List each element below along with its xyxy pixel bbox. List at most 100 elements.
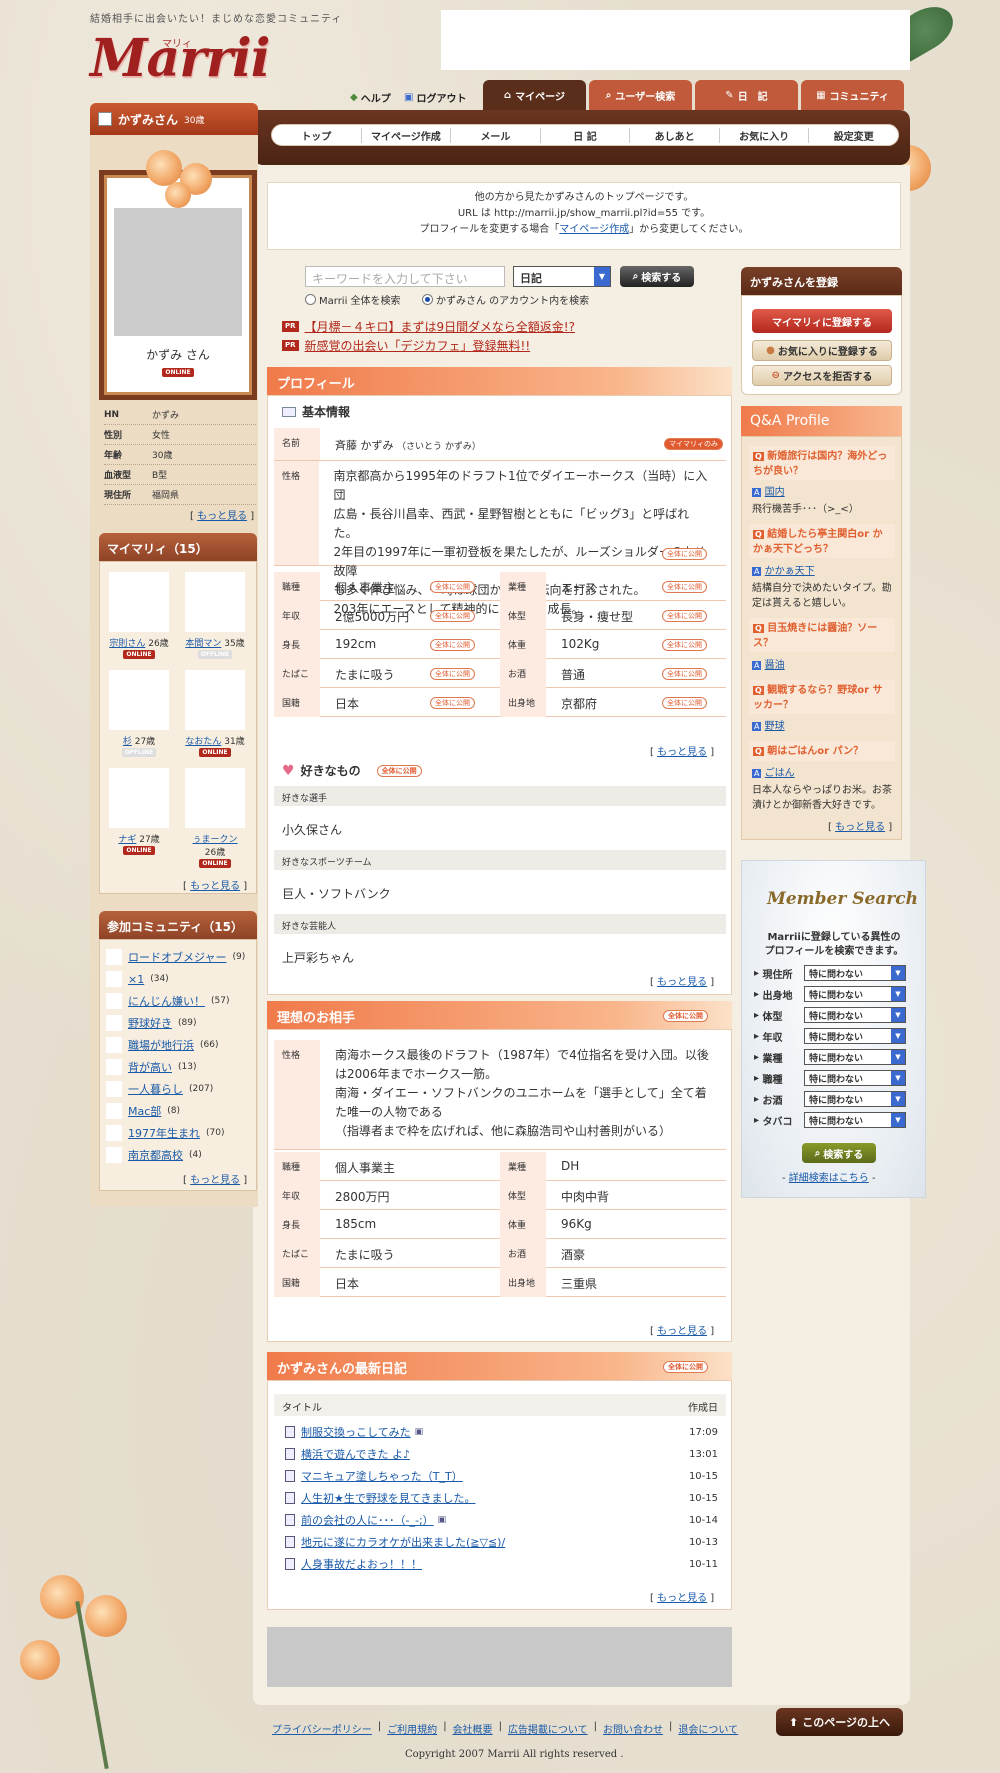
diary-row[interactable]: マニキュア塗しちゃった（T_T） 10-15 — [285, 1466, 718, 1486]
arrow-icon: ▸ — [754, 988, 760, 1000]
friend-avatar — [109, 572, 169, 632]
dropdown-arrow-icon: ▼ — [891, 1092, 905, 1106]
community-item[interactable]: 南京都高校 (4) — [106, 1145, 202, 1165]
online-badge: ONLINE — [123, 650, 155, 659]
ms-select[interactable]: 特に問わない ▼ — [804, 1007, 906, 1023]
community-item[interactable]: ロードオブメジャー (9) — [106, 947, 245, 967]
profile-more-link[interactable]: もっと見る — [657, 747, 707, 758]
keyword-input[interactable]: キーワードを入力して下さい — [305, 266, 505, 287]
block-access-button[interactable]: ⊖ アクセスを拒否する — [752, 365, 892, 386]
community-item[interactable]: 背が高い (13) — [106, 1057, 196, 1077]
footer-link-terms[interactable]: ご利用規約 — [387, 1721, 437, 1736]
ms-select[interactable]: 特に問わない ▼ — [804, 1070, 906, 1086]
footer-link-privacy[interactable]: プライバシーポリシー — [272, 1721, 372, 1736]
community-item[interactable]: 野球好き (89) — [106, 1013, 196, 1033]
profile-row-personality: 性格 南京都高から1995年のドラフト1位でダイエーホークス（当時）に入団 広島… — [274, 461, 726, 616]
friend-item[interactable]: ぅまークン 26歳 ONLINE — [185, 768, 245, 868]
friend-avatar — [109, 768, 169, 828]
ms-row-body: ▸ 体型 特に問わない ▼ — [754, 1007, 906, 1023]
friend-item[interactable]: ナギ 27歳 ONLINE — [109, 768, 169, 855]
detail-search-link[interactable]: 詳細検索はこちら — [789, 1173, 869, 1184]
ms-select[interactable]: 特に問わない ▼ — [804, 1049, 906, 1065]
rose-decoration — [165, 182, 191, 208]
mymarrii-more-link[interactable]: もっと見る — [190, 881, 240, 892]
nav-mypage-create[interactable]: マイページ作成 — [362, 127, 452, 143]
attr-label: 体重 — [500, 1210, 546, 1239]
mypage-create-link[interactable]: マイページ作成 — [559, 224, 629, 235]
diary-row[interactable]: 人身事故だよおっ！！！ 10-11 — [285, 1554, 718, 1574]
pr-ad-2[interactable]: PR 新感覚の出会い「デジカフェ」登録無料!! — [282, 337, 530, 354]
ideal-more-link[interactable]: もっと見る — [657, 1326, 707, 1337]
plus-icon: ● — [766, 345, 775, 356]
qa-question: Q 観戦するなら？野球or サッカー？ — [749, 680, 895, 714]
diary-row[interactable]: 地元に遂にカラオケが出来ました(≧▽≦)/10-13 — [285, 1532, 718, 1552]
tab-community[interactable]: ▦ コミュニティ — [801, 80, 904, 110]
diary-row[interactable]: 前の会社の人に･･･（-_-;） ▣ 10-14 — [285, 1510, 718, 1530]
ms-select[interactable]: 特に問わない ▼ — [804, 1112, 906, 1128]
nav-footprints[interactable]: あしあと — [630, 127, 720, 143]
community-item[interactable]: 職場が地行浜 (66) — [106, 1035, 218, 1055]
radio-search-account[interactable]: かずみさん のアカウント内を検索 — [422, 292, 589, 307]
nav-settings[interactable]: 設定変更 — [809, 128, 898, 143]
info-more-link[interactable]: もっと見る — [197, 511, 247, 522]
ms-select[interactable]: 特に問わない ▼ — [804, 986, 906, 1002]
notice-box: 他の方から見たかずみさんのトップページです。 URL は http://marr… — [267, 182, 901, 250]
info-row-address: 現住所 福岡県 — [104, 485, 256, 505]
attr-label: 身長 — [274, 630, 320, 659]
logout-link[interactable]: ▣ ログアウト — [404, 90, 466, 105]
back-to-top-button[interactable]: ⬆ このページの上へ — [776, 1708, 903, 1736]
nav-mail[interactable]: メール — [451, 127, 541, 143]
footer-link-withdraw[interactable]: 退会について — [678, 1721, 738, 1736]
fav-value: 上戸彩ちゃん — [282, 951, 355, 965]
nav-diary[interactable]: 日 記 — [541, 127, 631, 143]
qa-question: Q 目玉焼きには醤油？ソース？ — [749, 618, 895, 652]
add-mymarrii-button[interactable]: マイマリィに登録する — [752, 309, 892, 333]
nav-top[interactable]: トップ — [272, 127, 362, 143]
friend-item[interactable]: 杉 27歳 OFFLINE — [109, 670, 169, 757]
community-item[interactable]: Mac部 (8) — [106, 1101, 180, 1121]
member-search-button[interactable]: ⌕ 検索する — [802, 1143, 876, 1163]
attribute-row: たばこ たまに吸う お酒 酒豪 — [274, 1239, 726, 1268]
bottom-banner-ad[interactable] — [267, 1627, 732, 1687]
diary-row[interactable]: 人生初★生で野球を見てきました。 10-15 — [285, 1488, 718, 1508]
fav-label: 好きなスポーツチーム — [274, 850, 726, 870]
photo-icon: ▣ — [414, 1427, 424, 1437]
footer-link-contact[interactable]: お問い合わせ — [603, 1721, 663, 1736]
community-item[interactable]: ×1 (34) — [106, 969, 169, 989]
footer-link-company[interactable]: 会社概要 — [453, 1721, 493, 1736]
add-favorite-button[interactable]: ● お気に入りに登録する — [752, 340, 892, 361]
community-item[interactable]: 一人暮らし (207) — [106, 1079, 213, 1099]
a-icon: A — [752, 722, 762, 731]
arrow-up-icon: ⬆ — [789, 1715, 799, 1729]
footer-link-ads[interactable]: 広告掲載について — [508, 1721, 588, 1736]
help-link[interactable]: ◆ ヘルプ — [350, 90, 391, 105]
main-navbar: トップ マイページ作成 メール 日 記 あしあと お気に入り 設定変更 — [253, 110, 910, 165]
top-banner-ad[interactable] — [441, 10, 910, 70]
community-item[interactable]: 1977年生まれ (70) — [106, 1123, 224, 1143]
pr-ad-1[interactable]: PR 【月標－４キロ】まずは9日間ダメなら全額返金!? — [282, 318, 575, 335]
ms-select[interactable]: 特に問わない ▼ — [804, 1028, 906, 1044]
community-more-link[interactable]: もっと見る — [190, 1175, 240, 1186]
search-button[interactable]: ⌕ 検索する — [620, 266, 694, 287]
radio-search-all[interactable]: Marrii 全体を検索 — [305, 292, 401, 307]
diary-row[interactable]: 制服交換っこしてみた ▣ 17:09 — [285, 1422, 718, 1442]
ms-select[interactable]: 特に問わない ▼ — [804, 1091, 906, 1107]
likes-more-link[interactable]: もっと見る — [657, 977, 707, 988]
tab-user-search[interactable]: ⌕ ユーザー検索 — [589, 80, 692, 110]
tab-mypage[interactable]: ⌂ マイページ — [483, 80, 586, 110]
ms-select[interactable]: 特に問わない ▼ — [804, 965, 906, 981]
friend-item[interactable]: なおたん 31歳 ONLINE — [185, 670, 245, 757]
diary-more-link[interactable]: もっと見る — [657, 1593, 707, 1604]
diary-row[interactable]: 横浜で遊んできた よ♪ 13:01 — [285, 1444, 718, 1464]
qa-header: Q&A Profile — [741, 406, 902, 436]
nav-favorites[interactable]: お気に入り — [720, 127, 810, 143]
search-type-select[interactable]: 日記 ▼ — [513, 266, 611, 287]
qa-answer: A 野球 — [752, 721, 785, 732]
friend-item[interactable]: 本間マン 35歳 OFFLINE — [185, 572, 245, 659]
friend-item[interactable]: 宗則さん 26歳 ONLINE — [109, 572, 169, 659]
qa-more-link[interactable]: もっと見る — [835, 822, 885, 833]
community-item[interactable]: にんじん嫌い！ (57) — [106, 991, 229, 1011]
offline-badge: OFFLINE — [121, 748, 157, 757]
tab-diary[interactable]: ✎ 日 記 — [695, 80, 798, 110]
dropdown-arrow-icon: ▼ — [891, 966, 905, 980]
